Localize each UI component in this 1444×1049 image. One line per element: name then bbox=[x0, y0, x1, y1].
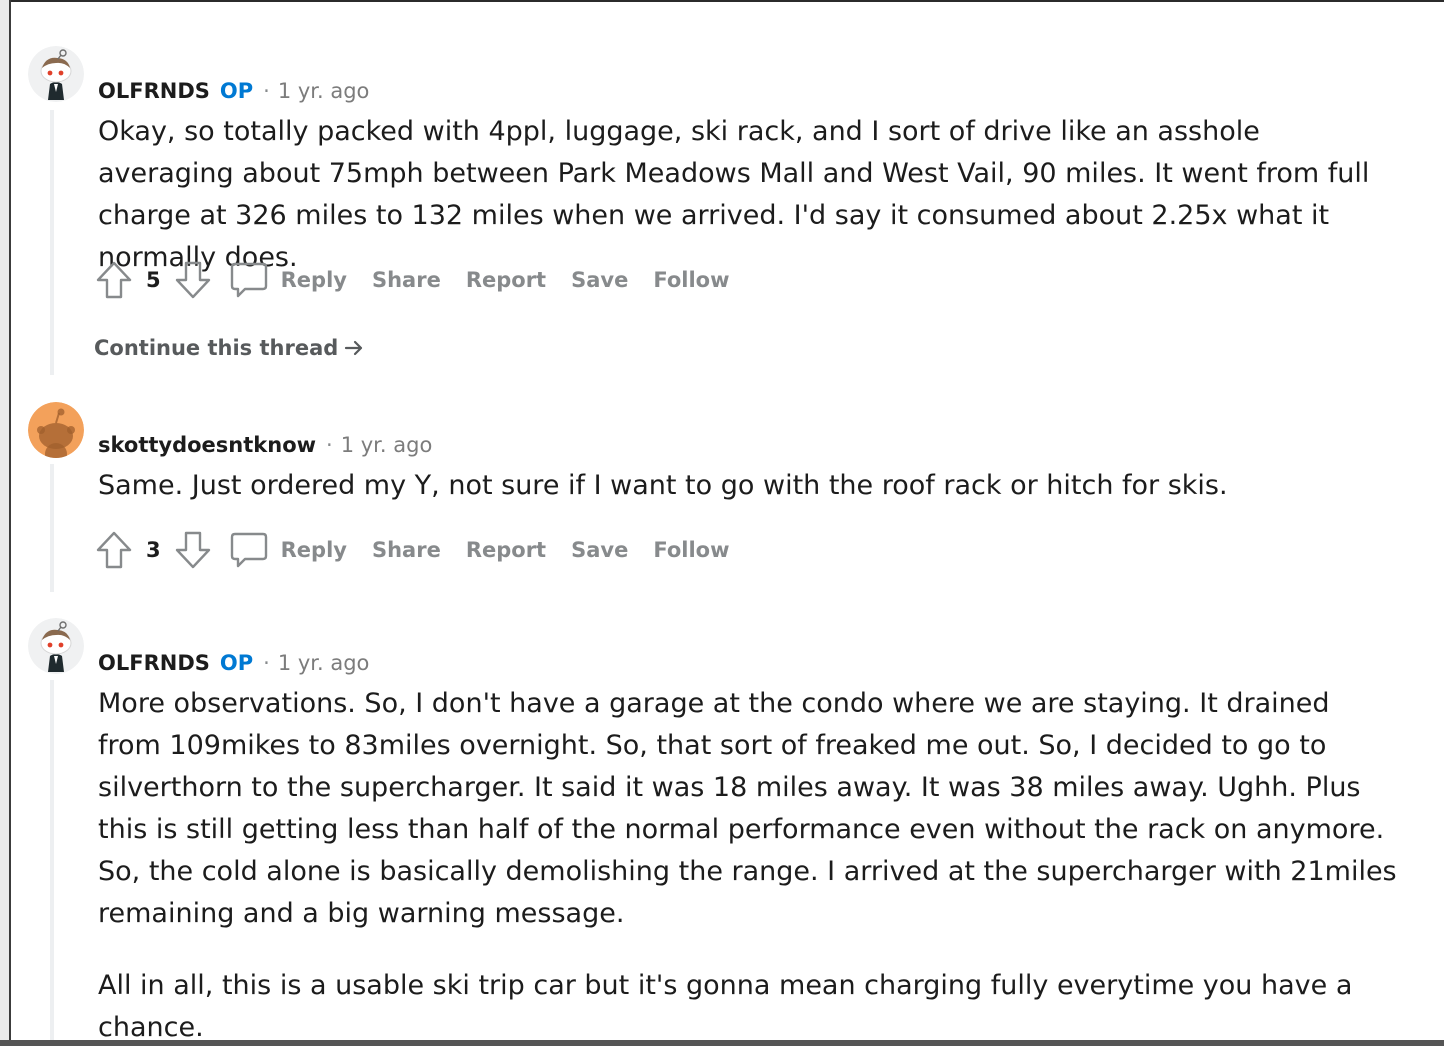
comment-timestamp[interactable]: 1 yr. ago bbox=[341, 433, 433, 457]
save-button[interactable]: Save bbox=[571, 538, 628, 562]
comment-body: Okay, so totally packed with 4ppl, lugga… bbox=[98, 111, 1398, 279]
user-avatar[interactable] bbox=[28, 618, 84, 674]
user-avatar[interactable] bbox=[28, 46, 84, 102]
window-bottom-border bbox=[0, 1040, 1444, 1046]
comment-header: OLFRNDS OP · 1 yr. ago bbox=[98, 76, 369, 106]
save-button[interactable]: Save bbox=[571, 268, 628, 292]
follow-button[interactable]: Follow bbox=[653, 538, 729, 562]
comment-header: skottydoesntknow · 1 yr. ago bbox=[98, 430, 432, 460]
arrow-right-icon bbox=[344, 338, 364, 358]
comment-body: More observations. So, I don't have a ga… bbox=[98, 683, 1398, 1049]
comment-bubble-icon[interactable] bbox=[229, 260, 269, 300]
snoo-avatar-costume-icon bbox=[28, 46, 84, 102]
comment-body: Same. Just ordered my Y, not sure if I w… bbox=[98, 465, 1398, 507]
op-badge: OP bbox=[219, 79, 254, 103]
comment-action-bar: 5 Reply Share Report Save Follow bbox=[94, 258, 755, 302]
comment-timestamp[interactable]: 1 yr. ago bbox=[278, 651, 370, 675]
snoo-avatar-default-icon bbox=[28, 402, 84, 458]
comment-author[interactable]: skottydoesntknow bbox=[98, 433, 316, 457]
comment-paragraph: More observations. So, I don't have a ga… bbox=[98, 688, 1397, 929]
comment-timestamp[interactable]: 1 yr. ago bbox=[278, 79, 370, 103]
report-button[interactable]: Report bbox=[466, 538, 546, 562]
continue-thread-link[interactable]: Continue this thread bbox=[94, 330, 364, 366]
window-top-border bbox=[0, 0, 1444, 2]
comment-paragraph: All in all, this is a usable ski trip ca… bbox=[98, 970, 1353, 1043]
reply-button[interactable]: Reply bbox=[281, 538, 347, 562]
reply-button[interactable]: Reply bbox=[281, 268, 347, 292]
separator-dot: · bbox=[263, 79, 270, 103]
downvote-icon[interactable] bbox=[173, 530, 213, 570]
comment-author[interactable]: OLFRNDS bbox=[98, 651, 210, 675]
comment-paragraph: Same. Just ordered my Y, not sure if I w… bbox=[98, 470, 1228, 501]
thread-line[interactable] bbox=[50, 464, 54, 592]
comment-bubble-icon[interactable] bbox=[229, 530, 269, 570]
comment-action-bar: 3 Reply Share Report Save Follow bbox=[94, 528, 755, 572]
follow-button[interactable]: Follow bbox=[653, 268, 729, 292]
share-button[interactable]: Share bbox=[372, 268, 441, 292]
upvote-icon[interactable] bbox=[94, 530, 134, 570]
comment-header: OLFRNDS OP · 1 yr. ago bbox=[98, 648, 369, 678]
separator-dot: · bbox=[263, 651, 270, 675]
op-badge: OP bbox=[219, 651, 254, 675]
continue-thread-label: Continue this thread bbox=[94, 336, 339, 360]
upvote-icon[interactable] bbox=[94, 260, 134, 300]
vote-score: 3 bbox=[146, 538, 161, 562]
downvote-icon[interactable] bbox=[173, 260, 213, 300]
thread-line[interactable] bbox=[50, 680, 54, 1046]
share-button[interactable]: Share bbox=[372, 538, 441, 562]
report-button[interactable]: Report bbox=[466, 268, 546, 292]
separator-dot: · bbox=[326, 433, 333, 457]
vote-score: 5 bbox=[146, 268, 161, 292]
user-avatar[interactable] bbox=[28, 402, 84, 458]
window-left-border bbox=[0, 0, 11, 1046]
comment-paragraph: Okay, so totally packed with 4ppl, lugga… bbox=[98, 116, 1370, 273]
thread-line[interactable] bbox=[50, 110, 54, 375]
snoo-avatar-costume-icon bbox=[28, 618, 84, 674]
comment-author[interactable]: OLFRNDS bbox=[98, 79, 210, 103]
